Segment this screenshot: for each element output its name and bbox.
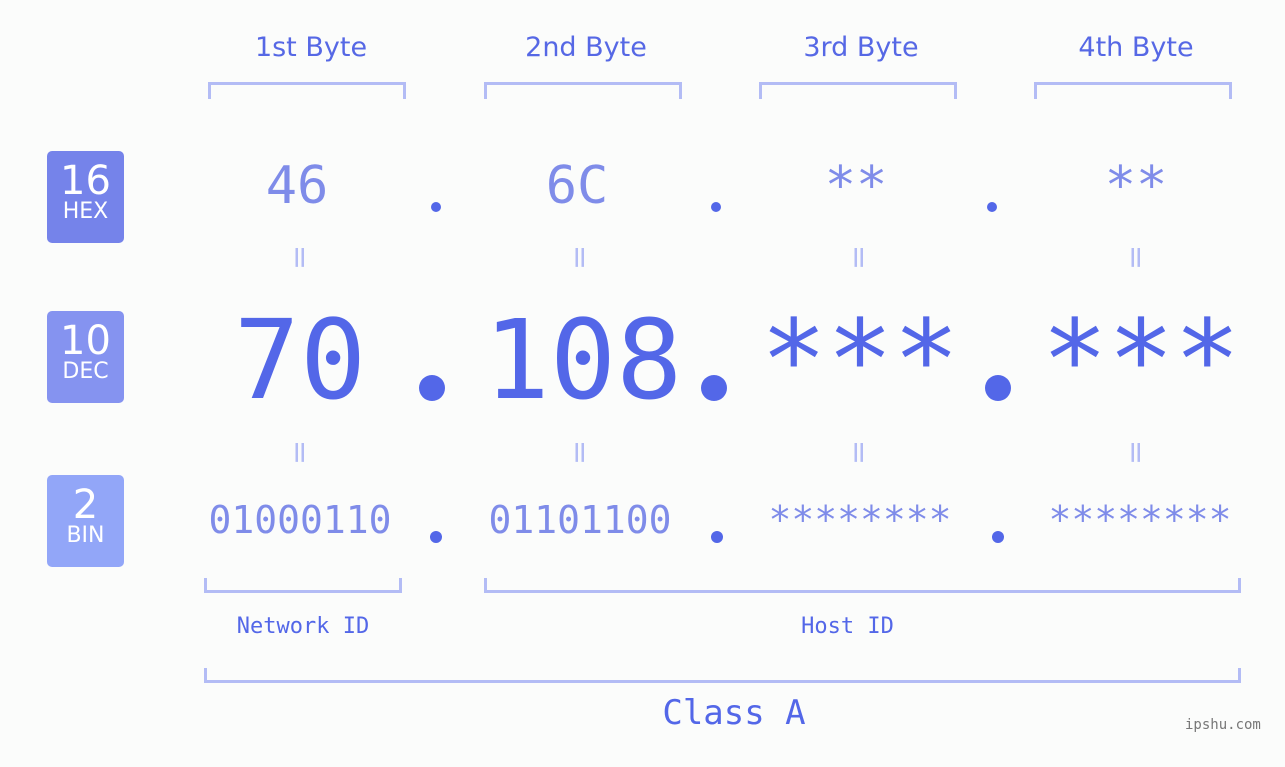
bin-badge-label: BIN bbox=[66, 523, 105, 548]
dec-badge-label: DEC bbox=[62, 359, 109, 384]
hex-badge: 16 HEX bbox=[47, 151, 124, 243]
bin-dot-separator bbox=[711, 531, 723, 543]
equals-sign: = bbox=[841, 244, 877, 271]
bin-dot-separator bbox=[992, 531, 1004, 543]
bin-badge-number: 2 bbox=[72, 482, 99, 528]
watermark: ipshu.com bbox=[1185, 717, 1261, 733]
class-label: Class A bbox=[662, 693, 806, 733]
dec-dot-separator bbox=[985, 375, 1011, 401]
network-id-label: Network ID bbox=[236, 614, 370, 639]
byte-header-3: 3rd Byte bbox=[803, 32, 919, 63]
host-id-bracket bbox=[484, 578, 1241, 593]
dec-badge-number: 10 bbox=[60, 318, 111, 364]
dec-badge: 10 DEC bbox=[47, 311, 124, 403]
equals-sign: = bbox=[562, 439, 598, 466]
dec-dot-separator bbox=[701, 375, 727, 401]
bin-dot-separator bbox=[430, 531, 442, 543]
bin-badge: 2 BIN bbox=[47, 475, 124, 567]
byte-header-2: 2nd Byte bbox=[525, 32, 647, 63]
byte-header-1: 1st Byte bbox=[254, 32, 368, 63]
byte-header-4: 4th Byte bbox=[1078, 32, 1194, 63]
network-id-bracket bbox=[204, 578, 402, 593]
dec-byte-3: *** bbox=[760, 296, 960, 424]
byte-bracket-3 bbox=[759, 82, 957, 99]
equals-sign: = bbox=[282, 244, 318, 271]
host-id-label: Host ID bbox=[801, 614, 894, 639]
hex-dot-separator bbox=[431, 202, 441, 212]
byte-bracket-4 bbox=[1034, 82, 1232, 99]
byte-bracket-2 bbox=[484, 82, 682, 99]
hex-dot-separator bbox=[711, 202, 721, 212]
hex-byte-2: 6C bbox=[545, 156, 609, 216]
hex-badge-label: HEX bbox=[62, 199, 109, 224]
bin-byte-1: 01000110 bbox=[208, 498, 392, 542]
dec-byte-2: 108 bbox=[483, 296, 683, 424]
hex-dot-separator bbox=[987, 202, 997, 212]
class-bracket bbox=[204, 668, 1241, 683]
hex-byte-3: ** bbox=[824, 156, 888, 216]
bin-byte-3: ******** bbox=[768, 498, 952, 542]
dec-dot-separator bbox=[419, 375, 445, 401]
dec-byte-1: 70 bbox=[233, 296, 367, 424]
equals-sign: = bbox=[282, 439, 318, 466]
equals-sign: = bbox=[841, 439, 877, 466]
equals-sign: = bbox=[562, 244, 598, 271]
bin-byte-4: ******** bbox=[1048, 498, 1232, 542]
equals-sign: = bbox=[1118, 439, 1154, 466]
hex-byte-4: ** bbox=[1104, 156, 1168, 216]
bin-byte-2: 01101100 bbox=[488, 498, 672, 542]
hex-badge-number: 16 bbox=[60, 158, 111, 204]
equals-sign: = bbox=[1118, 244, 1154, 271]
byte-bracket-1 bbox=[208, 82, 406, 99]
hex-byte-1: 46 bbox=[265, 156, 329, 216]
dec-byte-4: *** bbox=[1041, 296, 1241, 424]
